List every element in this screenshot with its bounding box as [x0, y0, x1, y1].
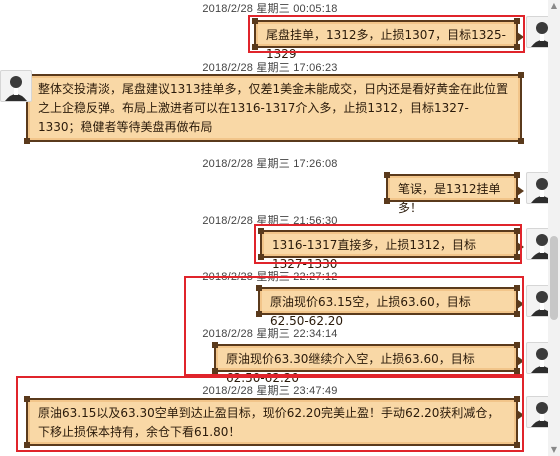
highlight-box — [184, 276, 524, 376]
highlight-box — [16, 376, 524, 452]
chevron-down-icon[interactable]: ▼ — [549, 445, 559, 455]
scroll-thumb[interactable] — [550, 236, 558, 320]
bubble-tail-icon — [517, 186, 524, 196]
chat-bubble[interactable]: 整体交投清淡，尾盘建议1313挂单多，仅差1美金未能成交，日内还是看好黄金在此位… — [20, 72, 524, 144]
chevron-up-icon[interactable]: ▲ — [549, 1, 559, 11]
message-timestamp: 2018/2/28 星期三 17:06:23 — [202, 62, 338, 74]
message-text: 整体交投清淡，尾盘建议1313挂单多，仅差1美金未能成交，日内还是看好黄金在此位… — [38, 82, 509, 134]
scrollbar[interactable]: ▲ ▼ — [548, 0, 560, 456]
user-avatar-icon[interactable] — [0, 70, 32, 102]
highlight-box — [248, 15, 525, 53]
highlight-box — [254, 224, 522, 264]
chat-bubble[interactable]: 笔误，是1312挂单多！ — [384, 172, 524, 215]
message-timestamp: 2018/2/28 星期三 00:05:18 — [202, 3, 338, 15]
message-timestamp: 2018/2/28 星期三 17:26:08 — [202, 158, 338, 170]
